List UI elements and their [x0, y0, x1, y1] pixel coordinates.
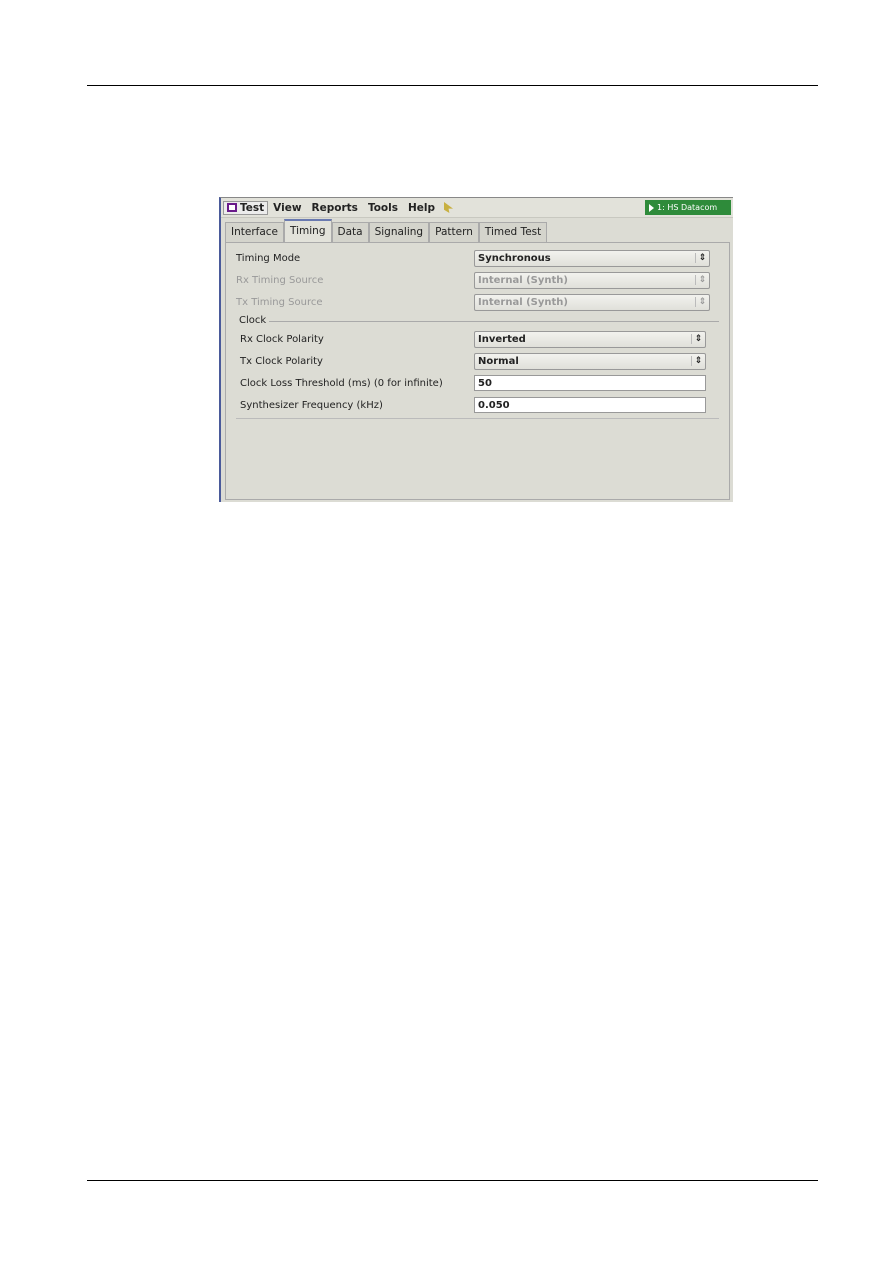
tx-clock-polarity-label: Tx Clock Polarity — [240, 355, 323, 367]
tx-timing-source-label: Tx Timing Source — [236, 296, 323, 308]
timing-mode-select[interactable]: Synchronous ⇕ — [474, 249, 710, 267]
timing-screenshot: Test View Reports Tools Help 1: HS Datac… — [219, 197, 733, 502]
menu-help[interactable]: Help — [403, 202, 440, 214]
footer-rule — [87, 1180, 818, 1181]
menu-test-label: Test — [240, 201, 265, 214]
cursor-icon[interactable] — [444, 202, 454, 213]
clock-group: Clock Rx Clock Polarity Inverted ⇕ Tx Clo… — [236, 315, 719, 419]
tx-timing-source-value: Internal (Synth) — [478, 296, 568, 308]
clock-group-title: Clock — [236, 315, 270, 326]
menu-view[interactable]: View — [268, 202, 306, 214]
play-icon — [649, 203, 654, 212]
rx-timing-source-select: Internal (Synth) ⇕ — [474, 271, 710, 289]
tab-pattern[interactable]: Pattern — [429, 222, 479, 242]
tx-clock-polarity-select[interactable]: Normal ⇕ — [474, 352, 706, 370]
tx-clock-polarity-value: Normal — [478, 355, 519, 367]
spin-arrows-icon: ⇕ — [695, 297, 709, 307]
menu-reports[interactable]: Reports — [307, 202, 363, 214]
tab-data[interactable]: Data — [331, 222, 369, 242]
status-label: 1: HS Datacom — [657, 203, 718, 212]
tab-bar: Interface Timing Data Signaling Pattern … — [221, 218, 733, 242]
tab-interface[interactable]: Interface — [225, 222, 285, 242]
menu-tools[interactable]: Tools — [363, 202, 403, 214]
clock-loss-threshold-input[interactable]: 50 — [474, 375, 706, 391]
clock-loss-threshold-label: Clock Loss Threshold (ms) (0 for infinit… — [240, 377, 443, 389]
test-status-button[interactable]: 1: HS Datacom — [645, 200, 731, 215]
menu-bar: Test View Reports Tools Help 1: HS Datac… — [221, 198, 733, 218]
spin-arrows-icon: ⇕ — [691, 334, 705, 344]
rx-clock-polarity-label: Rx Clock Polarity — [240, 333, 324, 345]
tab-signaling[interactable]: Signaling — [368, 222, 430, 242]
spin-arrows-icon: ⇕ — [695, 275, 709, 285]
timing-mode-value: Synchronous — [478, 252, 551, 264]
tx-timing-source-select: Internal (Synth) ⇕ — [474, 293, 710, 311]
rx-clock-polarity-value: Inverted — [478, 333, 526, 345]
rx-clock-polarity-select[interactable]: Inverted ⇕ — [474, 330, 706, 348]
rx-timing-source-value: Internal (Synth) — [478, 274, 568, 286]
timing-panel: Timing Mode Synchronous ⇕ Rx Timing Sourc… — [225, 242, 730, 500]
header-rule — [87, 85, 818, 86]
synth-frequency-input[interactable]: 0.050 — [474, 397, 706, 413]
app-icon — [227, 203, 237, 212]
tab-timing[interactable]: Timing — [284, 219, 332, 242]
rx-timing-source-label: Rx Timing Source — [236, 274, 324, 286]
menu-test[interactable]: Test — [223, 200, 269, 215]
tab-timed-test[interactable]: Timed Test — [478, 222, 548, 242]
timing-mode-label: Timing Mode — [236, 252, 301, 264]
spin-arrows-icon: ⇕ — [695, 253, 709, 263]
spin-arrows-icon: ⇕ — [691, 356, 705, 366]
synth-frequency-label: Synthesizer Frequency (kHz) — [240, 399, 383, 411]
